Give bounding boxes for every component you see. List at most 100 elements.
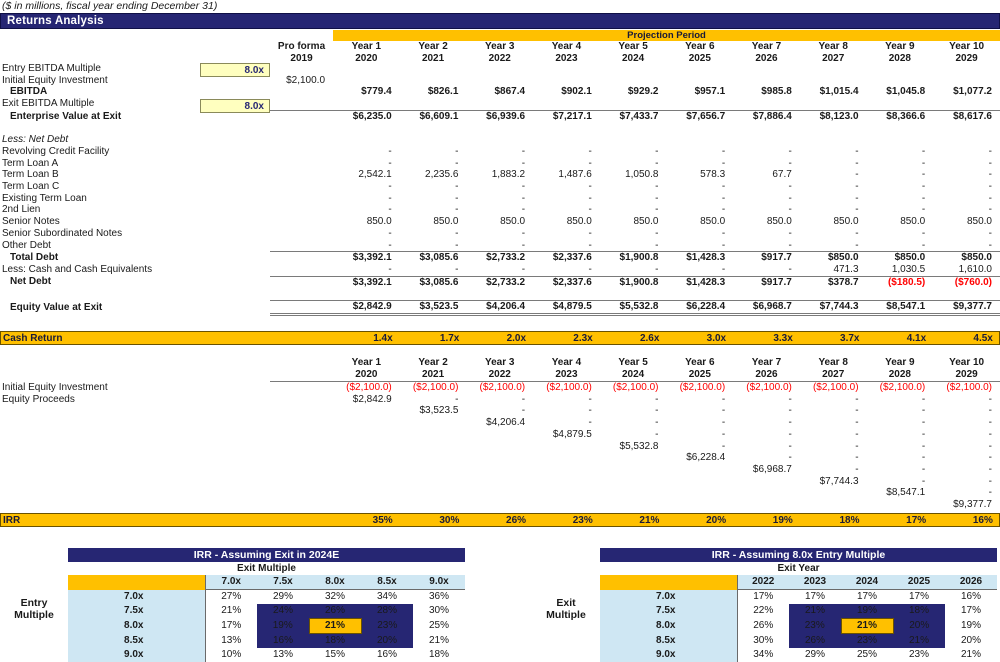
row-equity-proceeds-5: $5,532.8 - - - - - (0, 441, 1000, 453)
row-equity-value-at-exit-c10: $9,377.7 (933, 300, 1000, 316)
row-equity-proceeds-5-c9: - (921, 440, 926, 452)
sensitivity-left-row-4: 8.5x 13% 16% 18% 20% 21% (68, 633, 465, 648)
row-term-loan-b: Term Loan B 2,542.1 2,235.6 1,883.2 1,487.6 1… (0, 169, 1000, 181)
row-other-debt-label: Other Debt (2, 239, 51, 251)
row-equity-proceeds-8-c8: $7,744.3 (819, 475, 859, 487)
sensitivity-right-col-header-5[interactable]: 2026 (945, 575, 997, 590)
sensitivity-left-cell-r1-c3: 32% (324, 591, 345, 602)
sensitivity-right-col-header-2[interactable]: 2023 (789, 575, 841, 590)
row-senior-sub-notes-c1: - (388, 227, 392, 239)
row-term-loan-c-c4: - (588, 181, 592, 192)
sensitivity-right-row-header-5[interactable]: 9.0x (600, 648, 738, 662)
row-revolver-c9: - (921, 145, 926, 157)
row-less-net-debt-header-proforma (270, 134, 333, 146)
row-entry-multiple-c5 (600, 63, 667, 75)
sensitivity-right-col-header-4[interactable]: 2025 (893, 575, 945, 590)
entry-ebitda-multiple-input[interactable]: 8.0x (200, 63, 270, 77)
row-other-debt-c8: - (855, 239, 859, 251)
row-total-debt-c4: $2,337.6 (533, 251, 600, 264)
sensitivity-left-col-header-5[interactable]: 9.0x (413, 575, 465, 590)
row-other-debt-c5: - (655, 239, 659, 251)
sensitivity-right-row-axis-line2: Multiple (546, 609, 586, 621)
sensitivity-left-col-header-4[interactable]: 8.5x (361, 575, 413, 590)
sensitivity-left-row-header-2[interactable]: 7.5x (68, 604, 206, 619)
irr-c3: 26% (506, 515, 527, 526)
row-equity-proceeds-10-c8 (800, 499, 867, 511)
sensitivity-left-row-header-4[interactable]: 8.5x (68, 633, 206, 648)
row-term-loan-a-c1: - (388, 157, 392, 169)
row-less-net-debt-header-c7 (733, 134, 800, 146)
col-header-year-6-line1: Year 6 (685, 41, 715, 52)
sensitivity-right-row-header-1[interactable]: 7.0x (600, 589, 738, 604)
sensitivity-right-row-header-4[interactable]: 8.5x (600, 633, 738, 648)
sensitivity-left-col-header-1[interactable]: 7.0x (205, 575, 257, 590)
sensitivity-left-cell-r2-c1: 21% (221, 605, 242, 617)
sensitivity-left-row-header-5[interactable]: 9.0x (68, 648, 206, 662)
row-ebitda-c3: $867.4 (494, 86, 526, 98)
row-term-loan-b-label: Term Loan B (2, 169, 59, 181)
row-second-lien-c10: - (988, 204, 992, 216)
sensitivity-right-cell-r1-c2: 17% (804, 591, 825, 602)
row-equity-proceeds-7-c10: - (988, 463, 992, 475)
row-equity-proceeds-8-c9: - (921, 475, 926, 487)
row-second-lien-c3: - (521, 204, 526, 216)
row-existing-term-loan-c9: - (921, 192, 926, 204)
row-senior-notes-c8: 850.0 (833, 216, 859, 228)
row-revolver-c1: - (388, 145, 392, 157)
row-less-net-debt-header-c1 (333, 134, 400, 146)
row-equity-proceeds-4-c2 (400, 429, 467, 441)
sensitivity-right-col-header-1[interactable]: 2022 (737, 575, 789, 590)
sensitivity-left-cell-r4-c3: 18% (309, 633, 361, 648)
row-equity-proceeds-6-proforma (270, 452, 333, 464)
cash-return-proforma (271, 332, 334, 345)
sensitivity-left-row-header-3[interactable]: 8.0x (68, 618, 206, 634)
cash-return-c6: 3.0x (706, 333, 727, 344)
sensitivity-left-cell-r1-c2: 29% (272, 591, 293, 602)
exit-ebitda-multiple-input[interactable]: 8.0x (200, 99, 270, 113)
col-header-year-3-line1: Year 3 (485, 41, 515, 52)
row-irr-initial-equity-c7: ($2,100.0) (733, 380, 800, 394)
sensitivity-left-col-header-2[interactable]: 7.5x (257, 575, 309, 590)
row-equity-proceeds-1-c2: - (455, 393, 459, 405)
row-spacer-1 (0, 123, 1000, 135)
row-initial-equity-c2 (400, 75, 467, 87)
sensitivity-left-corner-cell (68, 575, 206, 590)
row-senior-notes-c6: 850.0 (700, 216, 726, 228)
row-term-loan-c-c1: - (388, 181, 392, 192)
row-exit-multiple-c6 (666, 98, 733, 110)
row-other-debt-c7: - (788, 239, 792, 251)
row-spacer-2-c8 (800, 288, 867, 300)
row-term-loan-b-c7: 67.7 (772, 169, 792, 181)
sensitivity-right-cell-r3-c3: 21% (840, 618, 894, 634)
row-revolver-c5: - (655, 145, 659, 157)
cash-return-c8: 3.7x (840, 333, 860, 344)
sensitivity-right-cell-r1-c1: 17% (753, 591, 774, 602)
row-equity-proceeds-9-proforma (270, 487, 333, 499)
row-net-debt: Net Debt $3,392.1 $3,085.6 $2,733.2 $2,337.6… (0, 275, 1000, 289)
row-equity-proceeds-2-c3: - (521, 405, 526, 417)
sensitivity-right-cell-r5-c2: 29% (804, 649, 825, 660)
row-ebitda-c7: $985.8 (761, 86, 792, 98)
row-equity-proceeds-9-c5 (600, 487, 667, 499)
sensitivity-right-row-header-2[interactable]: 7.5x (600, 604, 738, 619)
row-less-net-debt-header-c5 (600, 134, 667, 146)
sensitivity-right-row-header-3[interactable]: 8.0x (600, 618, 738, 634)
row-exit-multiple-c2 (400, 98, 467, 110)
sensitivity-right-col-header-3[interactable]: 2024 (841, 575, 893, 590)
irr-col-header-year-9-line1: Year 9 (885, 357, 915, 368)
row-revolver-c7: - (788, 145, 792, 157)
row-second-lien-c6: - (721, 204, 726, 216)
sensitivity-left-row-header-1[interactable]: 7.0x (68, 589, 206, 604)
row-term-loan-b-c10: - (988, 169, 992, 181)
row-initial-equity-c5 (600, 75, 667, 87)
sensitivity-right-row-5: 9.0x 34% 29% 25% 23% 21% (600, 648, 997, 662)
row-existing-term-loan-c7: - (788, 192, 792, 204)
row-spacer-2-label (0, 288, 270, 300)
row-less-net-debt-header-c10 (933, 134, 1000, 146)
row-equity-proceeds-9: $8,547.1 - (0, 487, 1000, 499)
sensitivity-left-col-header-3[interactable]: 8.0x (309, 575, 361, 590)
irr-col-header-year-3-line2: 2022 (488, 368, 511, 380)
row-senior-notes-c5: 850.0 (633, 216, 659, 228)
row-existing-term-loan-c1: - (388, 192, 392, 204)
irr-col-header-year-8-line2: 2027 (822, 368, 845, 380)
